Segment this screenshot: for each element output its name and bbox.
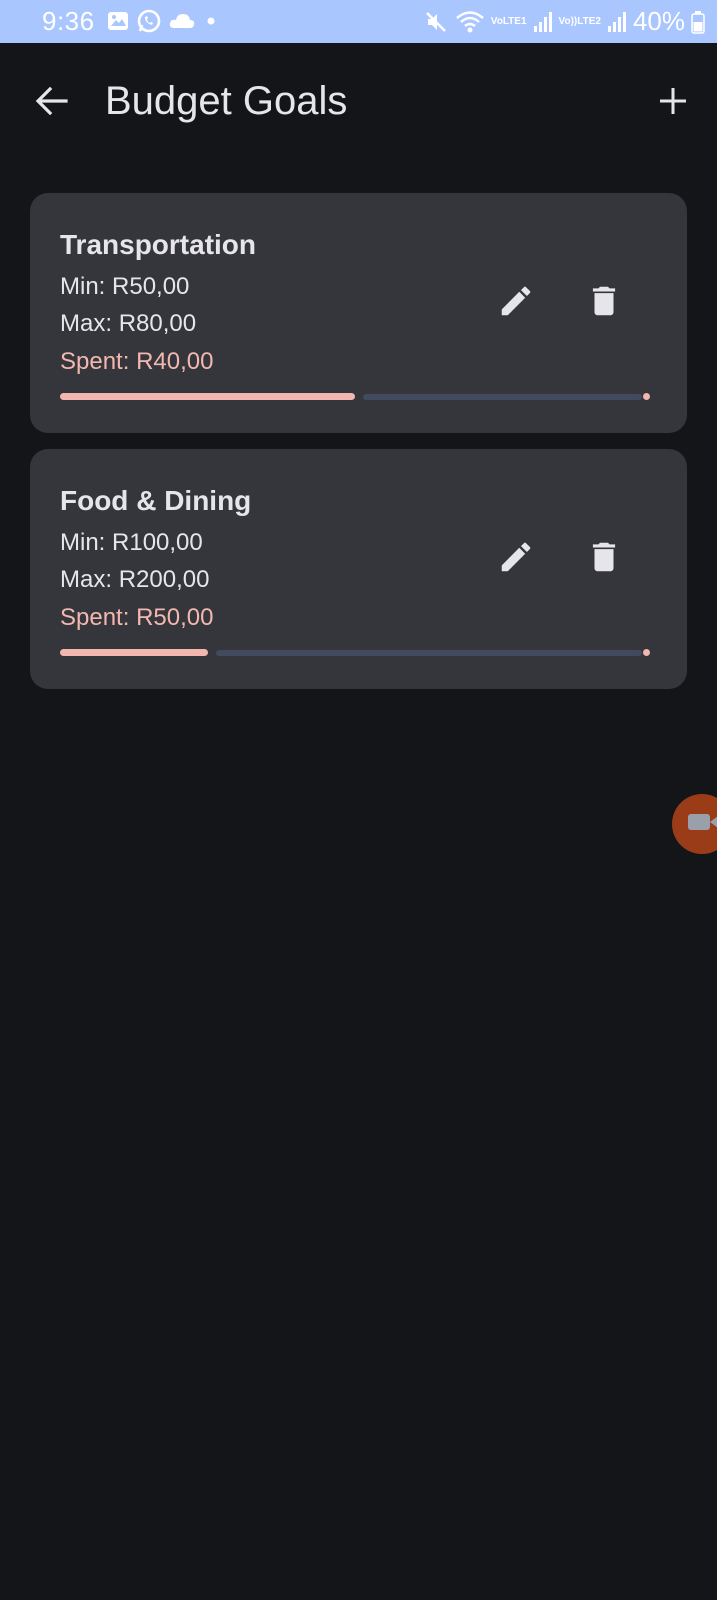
app-bar: Budget Goals bbox=[0, 43, 717, 163]
gallery-icon bbox=[106, 9, 130, 33]
video-camera-icon bbox=[688, 812, 717, 837]
dot-icon bbox=[202, 12, 220, 30]
delete-button[interactable] bbox=[580, 279, 628, 327]
progress-track bbox=[363, 394, 642, 400]
screen-recorder-bubble[interactable] bbox=[672, 794, 717, 854]
back-button[interactable] bbox=[28, 79, 76, 127]
goal-spent: Spent: R50,00 bbox=[60, 604, 214, 631]
trash-icon bbox=[585, 538, 623, 581]
wifi-icon bbox=[455, 9, 485, 35]
goal-min: Min: R50,00 bbox=[60, 273, 190, 300]
goal-progress-bar bbox=[60, 393, 650, 401]
status-time: 9:36 bbox=[42, 6, 95, 36]
whatsapp-icon bbox=[136, 8, 162, 34]
goal-spent: Spent: R40,00 bbox=[60, 348, 214, 375]
cloud-icon bbox=[168, 10, 196, 32]
goal-name: Food & Dining bbox=[60, 485, 252, 516]
signal-icon bbox=[607, 11, 627, 33]
trash-icon bbox=[585, 282, 623, 325]
signal-icon bbox=[533, 11, 553, 33]
system-icons: Vo LTE1 Vo)) LTE2 40% bbox=[423, 6, 705, 37]
progress-track bbox=[216, 650, 642, 656]
sim1-label: Vo LTE1 bbox=[490, 16, 527, 27]
goal-card: Food & Dining Min: R100,00 Max: R200,00 … bbox=[30, 449, 687, 689]
goal-max: Max: R200,00 bbox=[60, 566, 210, 593]
goal-max: Max: R80,00 bbox=[60, 310, 197, 337]
notification-icons bbox=[106, 8, 220, 34]
add-icon bbox=[657, 85, 689, 122]
goal-name: Transportation bbox=[60, 229, 257, 260]
progress-end-dot bbox=[643, 393, 650, 400]
progress-end-dot bbox=[643, 649, 650, 656]
battery-icon bbox=[691, 10, 705, 34]
progress-fill bbox=[60, 393, 355, 400]
edit-button[interactable] bbox=[492, 279, 540, 327]
battery-percent: 40% bbox=[632, 6, 685, 36]
delete-button[interactable] bbox=[580, 535, 628, 583]
goal-progress-bar bbox=[60, 649, 650, 657]
edit-button[interactable] bbox=[492, 535, 540, 583]
sim2-label: Vo)) LTE2 bbox=[558, 16, 601, 27]
status-bar: 9:36 Vo LTE1 Vo)) LTE2 40% bbox=[0, 0, 717, 43]
progress-fill bbox=[60, 649, 208, 656]
goal-min: Min: R100,00 bbox=[60, 529, 203, 556]
add-goal-button[interactable] bbox=[649, 79, 697, 127]
page-title: Budget Goals bbox=[105, 79, 348, 123]
arrow-back-icon bbox=[34, 83, 70, 124]
pencil-icon bbox=[497, 538, 535, 581]
goal-card: Transportation Min: R50,00 Max: R80,00 S… bbox=[30, 193, 687, 433]
mute-icon bbox=[423, 9, 449, 35]
pencil-icon bbox=[497, 282, 535, 325]
